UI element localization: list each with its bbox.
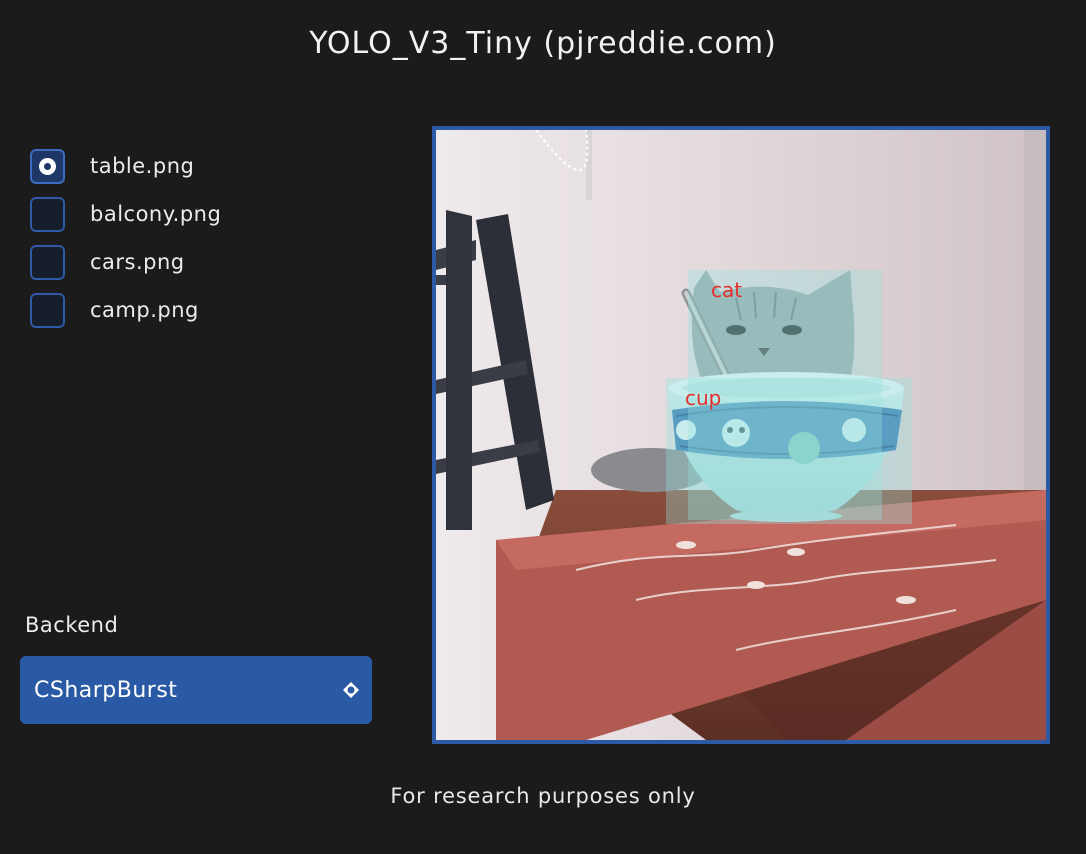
- radio-unselected-icon[interactable]: [30, 196, 65, 232]
- file-item-balcony[interactable]: balcony.png: [30, 190, 390, 238]
- file-label: table.png: [90, 154, 195, 178]
- file-item-cars[interactable]: cars.png: [30, 238, 390, 286]
- detection-image-viewer: cat cup: [432, 126, 1050, 744]
- file-item-camp[interactable]: camp.png: [30, 286, 390, 334]
- radio-selected-icon[interactable]: [30, 148, 65, 184]
- backend-label: Backend: [25, 613, 119, 637]
- file-label: balcony.png: [90, 202, 222, 226]
- detection-label-cup: cup: [685, 386, 722, 410]
- detection-label-cat: cat: [711, 278, 743, 302]
- dropdown-diamond-icon: [343, 682, 359, 698]
- file-label: camp.png: [90, 298, 199, 322]
- app-title: YOLO_V3_Tiny (pjreddie.com): [309, 26, 777, 61]
- footer-disclaimer: For research purposes only: [390, 784, 696, 808]
- app-window: YOLO_V3_Tiny (pjreddie.com) table.png ba…: [0, 0, 1086, 854]
- radio-unselected-icon[interactable]: [30, 292, 65, 328]
- file-item-table[interactable]: table.png: [30, 142, 390, 190]
- image-file-list: table.png balcony.png cars.png camp.png: [30, 142, 390, 334]
- backend-dropdown[interactable]: CSharpBurst: [20, 656, 372, 724]
- radio-unselected-icon[interactable]: [30, 244, 65, 280]
- backend-selected-value: CSharpBurst: [34, 677, 178, 703]
- file-label: cars.png: [90, 250, 185, 274]
